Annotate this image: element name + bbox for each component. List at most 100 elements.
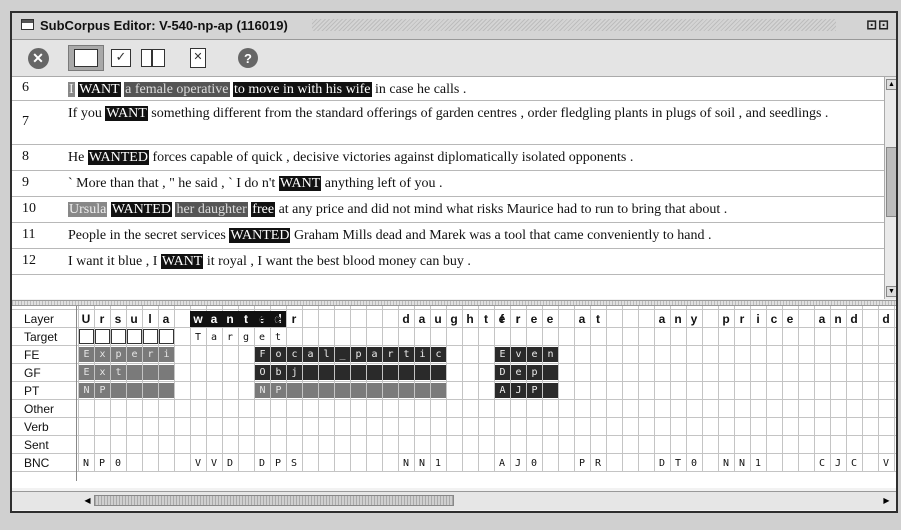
horizontal-scrollbar[interactable]: ◀ ▶	[12, 491, 896, 510]
document-button[interactable]: ✕	[184, 45, 212, 71]
pt-cell[interactable]	[367, 383, 382, 398]
highlighted-span[interactable]: I	[68, 82, 75, 97]
single-view-button[interactable]	[68, 45, 104, 71]
fe-cell[interactable]: a	[367, 347, 382, 362]
fe-cell[interactable]: p	[351, 347, 366, 362]
highlighted-span[interactable]: WANTED	[87, 150, 149, 165]
gf-cell[interactable]	[383, 365, 398, 380]
pt-cell[interactable]	[287, 383, 302, 398]
window-controls-icon[interactable]: ⊡⊡	[866, 17, 890, 33]
fe-cell[interactable]: a	[303, 347, 318, 362]
gf-cell[interactable]	[351, 365, 366, 380]
highlighted-span[interactable]: free	[251, 202, 276, 217]
word-letter-cell[interactable]: r	[510, 311, 526, 327]
pt-cell[interactable]	[351, 383, 366, 398]
gf-cell[interactable]: p	[527, 365, 542, 380]
gf-cell[interactable]	[543, 365, 558, 380]
word-letter-cell[interactable]: e	[782, 311, 798, 327]
gf-cell[interactable]: D	[495, 365, 510, 380]
word-letter-cell[interactable]: t	[478, 311, 494, 327]
fe-cell[interactable]: l	[319, 347, 334, 362]
word-letter-cell[interactable]: a	[814, 311, 830, 327]
gf-cell[interactable]: e	[511, 365, 526, 380]
pt-cell[interactable]: P	[95, 383, 110, 398]
gf-cell[interactable]	[143, 365, 158, 380]
fe-cell[interactable]: E	[495, 347, 510, 362]
pt-cell[interactable]	[319, 383, 334, 398]
word-letter-cell[interactable]: e	[270, 311, 286, 327]
target-checkbox[interactable]	[127, 329, 142, 344]
pt-cell[interactable]: P	[527, 383, 542, 398]
fe-cell[interactable]: r	[383, 347, 398, 362]
sentence-row[interactable]: 11 People in the secret services WANTED G…	[12, 223, 884, 249]
help-button[interactable]: ?	[234, 45, 262, 71]
word-letter-cell[interactable]: a	[654, 311, 670, 327]
pt-cell[interactable]: N	[255, 383, 270, 398]
pt-cell[interactable]: N	[79, 383, 94, 398]
target-checkbox[interactable]	[143, 329, 158, 344]
highlighted-span[interactable]: her daughter	[175, 202, 248, 217]
highlighted-span[interactable]: WANT	[278, 176, 322, 191]
gf-cell[interactable]: E	[79, 365, 94, 380]
close-button[interactable]: ✕	[24, 45, 52, 71]
target-checkbox[interactable]	[79, 329, 94, 344]
fe-cell[interactable]: n	[543, 347, 558, 362]
scroll-up-icon[interactable]: ▲	[886, 79, 896, 90]
word-letter-cell[interactable]: t	[590, 311, 606, 327]
word-letter-cell[interactable]: e	[526, 311, 542, 327]
fe-cell[interactable]: c	[287, 347, 302, 362]
fe-cell[interactable]: _	[335, 347, 350, 362]
word-letter-cell[interactable]: u	[126, 311, 142, 327]
word-letter-cell[interactable]: t	[238, 311, 254, 327]
horizontal-scroll-thumb[interactable]	[94, 495, 454, 506]
highlighted-span[interactable]: WANTED	[229, 228, 291, 243]
pt-cell[interactable]	[127, 383, 142, 398]
pt-cell[interactable]	[399, 383, 414, 398]
word-letter-cell[interactable]: r	[734, 311, 750, 327]
fe-cell[interactable]: t	[399, 347, 414, 362]
target-checkbox[interactable]	[95, 329, 110, 344]
fe-cell[interactable]: F	[255, 347, 270, 362]
gf-cell[interactable]	[303, 365, 318, 380]
gf-cell[interactable]: b	[271, 365, 286, 380]
highlighted-span[interactable]: to move in with his wife	[233, 82, 372, 97]
gf-cell[interactable]	[431, 365, 446, 380]
sentence-row[interactable]: 9 ` More than that , " he said , ` I do n…	[12, 171, 884, 197]
title-bar[interactable]: SubCorpus Editor: V-540-np-ap (116019) ⊡…	[12, 13, 896, 40]
highlighted-span[interactable]: WANTED	[110, 202, 172, 217]
split-view-button[interactable]	[138, 45, 168, 71]
word-letter-cell[interactable]: w	[190, 311, 206, 327]
word-letter-cell[interactable]: r	[94, 311, 110, 327]
word-letter-cell[interactable]: l	[142, 311, 158, 327]
word-letter-cell[interactable]: f	[494, 311, 510, 327]
highlighted-span[interactable]: WANT	[160, 254, 204, 269]
scroll-down-icon[interactable]: ▼	[886, 286, 896, 297]
pt-cell[interactable]	[383, 383, 398, 398]
target-checkbox[interactable]	[111, 329, 126, 344]
pt-cell[interactable]	[543, 383, 558, 398]
word-letter-cell[interactable]: d	[846, 311, 862, 327]
sentence-row[interactable]: 6 I WANT a female operative to move in wi…	[12, 77, 884, 101]
word-letter-cell[interactable]: U	[78, 311, 94, 327]
scroll-thumb[interactable]	[886, 147, 896, 217]
fe-cell[interactable]: p	[111, 347, 126, 362]
pt-cell[interactable]: A	[495, 383, 510, 398]
word-letter-cell[interactable]: p	[718, 311, 734, 327]
gf-cell[interactable]	[415, 365, 430, 380]
word-letter-cell[interactable]: c	[766, 311, 782, 327]
highlighted-span[interactable]: WANT	[105, 106, 148, 121]
fe-cell[interactable]: e	[527, 347, 542, 362]
pt-cell[interactable]: J	[511, 383, 526, 398]
pt-cell[interactable]	[431, 383, 446, 398]
word-letter-cell[interactable]: a	[574, 311, 590, 327]
fe-cell[interactable]: x	[95, 347, 110, 362]
pt-cell[interactable]	[303, 383, 318, 398]
gf-cell[interactable]: j	[287, 365, 302, 380]
word-letter-cell[interactable]: u	[430, 311, 446, 327]
word-letter-cell[interactable]: d	[398, 311, 414, 327]
fe-cell[interactable]: v	[511, 347, 526, 362]
fe-cell[interactable]: i	[159, 347, 174, 362]
word-letter-cell[interactable]: a	[158, 311, 174, 327]
highlighted-span[interactable]: a female operative	[124, 82, 230, 97]
gf-cell[interactable]: t	[111, 365, 126, 380]
